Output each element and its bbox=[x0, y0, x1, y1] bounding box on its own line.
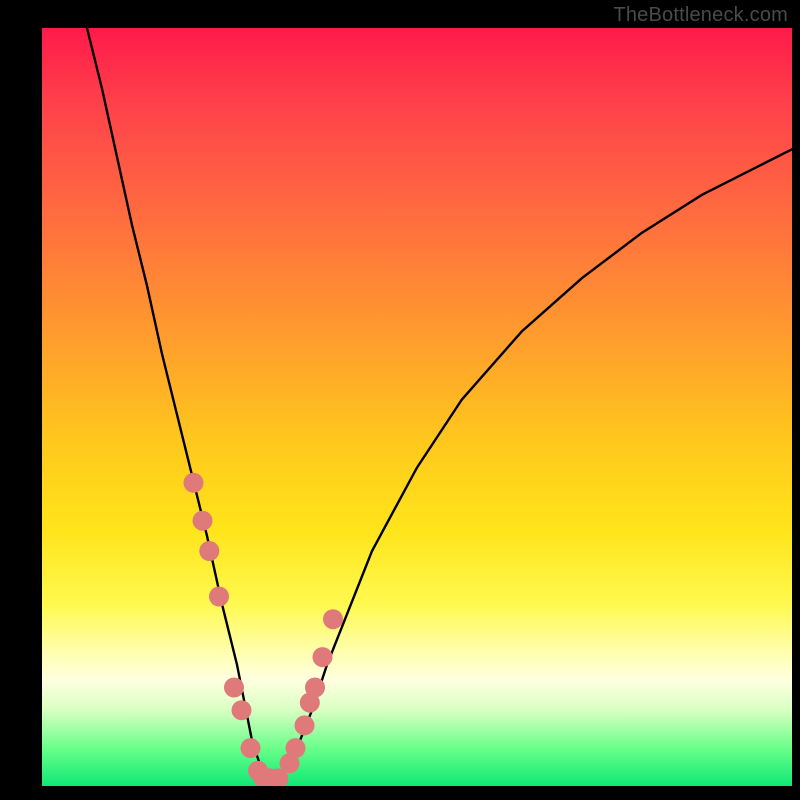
highlight-dot bbox=[286, 738, 306, 758]
highlight-dot bbox=[199, 541, 219, 561]
highlight-dot bbox=[184, 473, 204, 493]
chart-stage: TheBottleneck.com bbox=[0, 0, 800, 800]
highlight-dot bbox=[224, 678, 244, 698]
plot-area bbox=[42, 28, 792, 786]
highlight-dot bbox=[232, 700, 252, 720]
highlight-dot bbox=[305, 678, 325, 698]
highlight-dot bbox=[209, 587, 229, 607]
highlight-dot bbox=[241, 738, 261, 758]
highlight-dot bbox=[295, 715, 315, 735]
highlight-dots-group bbox=[184, 473, 344, 786]
highlight-dot bbox=[323, 609, 343, 629]
bottleneck-curve bbox=[87, 28, 792, 778]
highlight-dot bbox=[313, 647, 333, 667]
watermark-text: TheBottleneck.com bbox=[613, 4, 788, 27]
highlight-dot bbox=[193, 511, 213, 531]
curve-svg bbox=[42, 28, 792, 786]
